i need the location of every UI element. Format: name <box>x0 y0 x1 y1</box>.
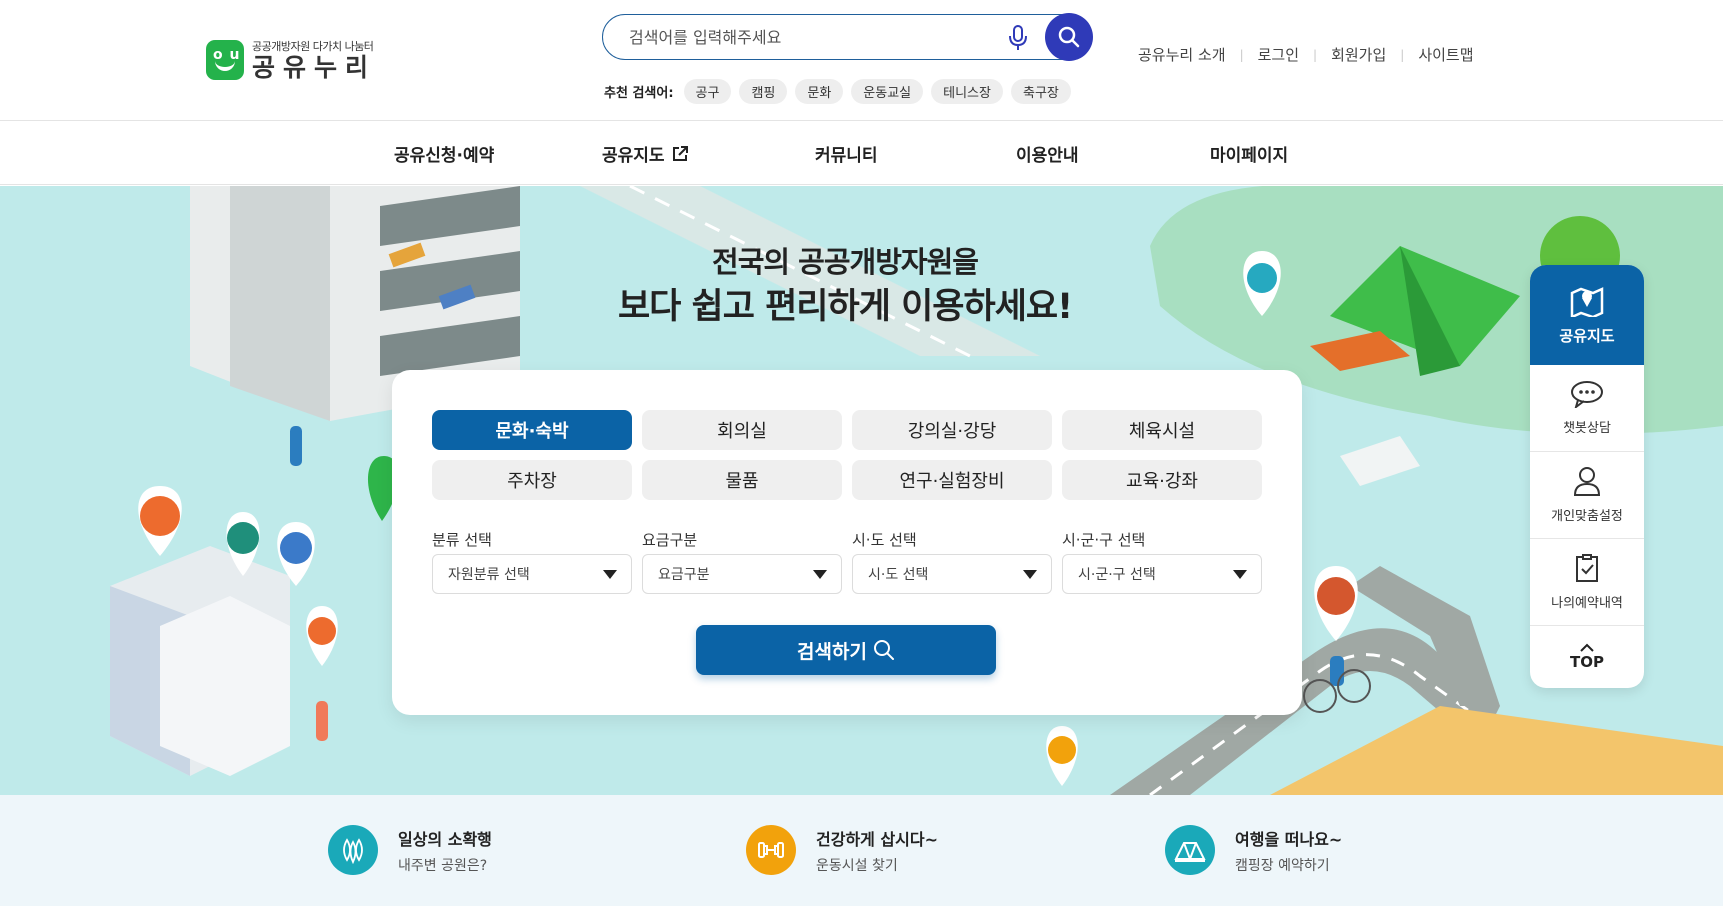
category-button-sports[interactable]: 체육시설 <box>1062 410 1262 450</box>
search-icon <box>1058 26 1080 48</box>
filter-label-province: 시·도 선택 <box>852 531 917 549</box>
hero-title-line2: 보다 쉽고 편리하게 이용하세요! <box>617 287 1073 327</box>
search-submit-button[interactable]: 검색하기 <box>696 625 996 675</box>
search-submit-label: 검색하기 <box>797 640 867 663</box>
recommended-tag[interactable]: 축구장 <box>1010 79 1071 104</box>
divider: | <box>1400 47 1405 62</box>
sitemap-link[interactable]: 사이트맵 <box>1418 44 1473 65</box>
fee-select-value: 요금구분 <box>658 567 710 583</box>
search-button[interactable] <box>1045 13 1093 61</box>
district-select-value: 시·군·구 선택 <box>1078 567 1156 583</box>
category-button-lecture-hall[interactable]: 강의실·강당 <box>852 410 1052 450</box>
map-icon <box>1570 286 1604 317</box>
promo-sports-subtitle: 운동시설 찾기 <box>816 857 898 874</box>
recommended-tag[interactable]: 문화 <box>795 79 844 104</box>
logo-subtitle: 공공개방자원 다가치 나눔터 <box>252 40 374 53</box>
province-select[interactable]: 시·도 선택 <box>852 554 1052 594</box>
category-button-goods[interactable]: 물품 <box>642 460 842 500</box>
category-select-value: 자원분류 선택 <box>448 567 530 583</box>
main-navigation: 공유신청·예약 공유지도 커뮤니티 이용안내 마이페이지 <box>0 121 1723 185</box>
search-input[interactable] <box>629 25 999 49</box>
promo-park-title: 일상의 소확행 <box>398 829 492 849</box>
promo-sports-title: 건강하게 삽시다~ <box>816 829 939 849</box>
chevron-down-icon <box>603 570 617 579</box>
nav-item-mypage[interactable]: 마이페이지 <box>1210 141 1288 166</box>
recommended-tag[interactable]: 테니스장 <box>931 79 1003 104</box>
recommended-tag[interactable]: 공구 <box>683 79 732 104</box>
dumbbell-icon <box>746 825 796 875</box>
user-icon <box>1573 467 1601 496</box>
filter-label-fee: 요금구분 <box>642 531 698 549</box>
recommended-tag[interactable]: 운동교실 <box>851 79 924 104</box>
quick-personal-settings-label: 개인맞춤설정 <box>1551 509 1623 524</box>
category-button-meeting-room[interactable]: 회의실 <box>642 410 842 450</box>
chevron-down-icon <box>813 570 827 579</box>
quick-share-map[interactable]: 공유지도 <box>1530 265 1644 365</box>
category-button-education[interactable]: 교육·강좌 <box>1062 460 1262 500</box>
microphone-icon[interactable] <box>1007 24 1029 52</box>
park-icon <box>328 825 378 875</box>
quick-share-map-label: 공유지도 <box>1559 326 1615 345</box>
scroll-top-button[interactable]: TOP <box>1530 626 1644 688</box>
resource-search-panel: 문화·숙박 회의실 강의실·강당 체육시설 주차장 물품 연구·실험장비 교육·… <box>392 370 1302 715</box>
logo-mark-icon: o u <box>206 40 244 80</box>
quick-personal-settings[interactable]: 개인맞춤설정 <box>1530 452 1644 539</box>
site-logo[interactable]: o u 공공개방자원 다가치 나눔터 공유누리 <box>206 38 376 82</box>
login-link[interactable]: 로그인 <box>1258 44 1299 65</box>
nav-item-map[interactable]: 공유지도 <box>602 141 689 166</box>
category-button-lab-equipment[interactable]: 연구·실험장비 <box>852 460 1052 500</box>
recommended-tag[interactable]: 캠핑 <box>739 79 788 104</box>
recommended-label: 추천 검색어: <box>604 86 674 101</box>
hero-title-line1: 전국의 공공개방자원을 <box>712 245 979 279</box>
fee-select[interactable]: 요금구분 <box>642 554 842 594</box>
utility-links: 공유누리 소개 | 로그인 | 회원가입 | 사이트맵 <box>1138 44 1474 65</box>
divider: | <box>1313 47 1318 62</box>
signup-link[interactable]: 회원가입 <box>1331 44 1386 65</box>
camping-icon <box>1165 825 1215 875</box>
about-link[interactable]: 공유누리 소개 <box>1138 44 1226 65</box>
promo-strip: 일상의 소확행 내주변 공원은? 건강하게 삽시다~ 운동시설 찾기 여행을 떠… <box>0 795 1723 906</box>
search-box <box>602 13 1093 61</box>
checklist-icon <box>1576 554 1598 582</box>
filter-label-district: 시·군·구 선택 <box>1062 531 1146 549</box>
quick-my-reservations[interactable]: 나의예약내역 <box>1530 539 1644 626</box>
logo-title: 공유누리 <box>252 53 377 82</box>
province-select-value: 시·도 선택 <box>868 567 929 583</box>
promo-sports[interactable]: 건강하게 삽시다~ 운동시설 찾기 <box>746 825 938 875</box>
quick-my-reservations-label: 나의예약내역 <box>1551 596 1623 611</box>
quick-chatbot[interactable]: 챗봇상담 <box>1530 365 1644 452</box>
promo-park-subtitle: 내주변 공원은? <box>398 857 488 874</box>
district-select[interactable]: 시·군·구 선택 <box>1062 554 1262 594</box>
quick-chatbot-label: 챗봇상담 <box>1563 421 1611 436</box>
divider: | <box>1239 47 1244 62</box>
nav-item-guide[interactable]: 이용안내 <box>1016 141 1079 166</box>
chevron-down-icon <box>1023 570 1037 579</box>
promo-camping[interactable]: 여행을 떠나요~ 캠핑장 예약하기 <box>1165 825 1342 875</box>
nav-item-map-label: 공유지도 <box>602 146 665 166</box>
scroll-top-label: TOP <box>1570 653 1604 671</box>
promo-camping-subtitle: 캠핑장 예약하기 <box>1235 857 1330 874</box>
nav-item-apply[interactable]: 공유신청·예약 <box>394 141 494 166</box>
chat-icon <box>1571 381 1603 408</box>
promo-park[interactable]: 일상의 소확행 내주변 공원은? <box>328 825 492 875</box>
chevron-down-icon <box>1233 570 1247 579</box>
category-select[interactable]: 자원분류 선택 <box>432 554 632 594</box>
nav-item-community[interactable]: 커뮤니티 <box>815 141 878 166</box>
chevron-up-icon <box>1580 643 1594 652</box>
category-button-culture[interactable]: 문화·숙박 <box>432 410 632 450</box>
category-button-parking[interactable]: 주차장 <box>432 460 632 500</box>
promo-camping-title: 여행을 떠나요~ <box>1235 829 1343 849</box>
recommended-keywords: 추천 검색어: 공구 캠핑 문화 운동교실 테니스장 축구장 <box>604 79 1071 104</box>
quick-menu: 공유지도 챗봇상담 개인맞춤설정 나의예약내역 TOP <box>1530 265 1644 688</box>
filter-label-category: 분류 선택 <box>432 531 492 549</box>
search-icon <box>873 640 894 660</box>
site-header: o u 공공개방자원 다가치 나눔터 공유누리 추천 검색어: 공구 캠핑 문화 <box>0 0 1723 121</box>
external-link-icon <box>672 145 688 161</box>
